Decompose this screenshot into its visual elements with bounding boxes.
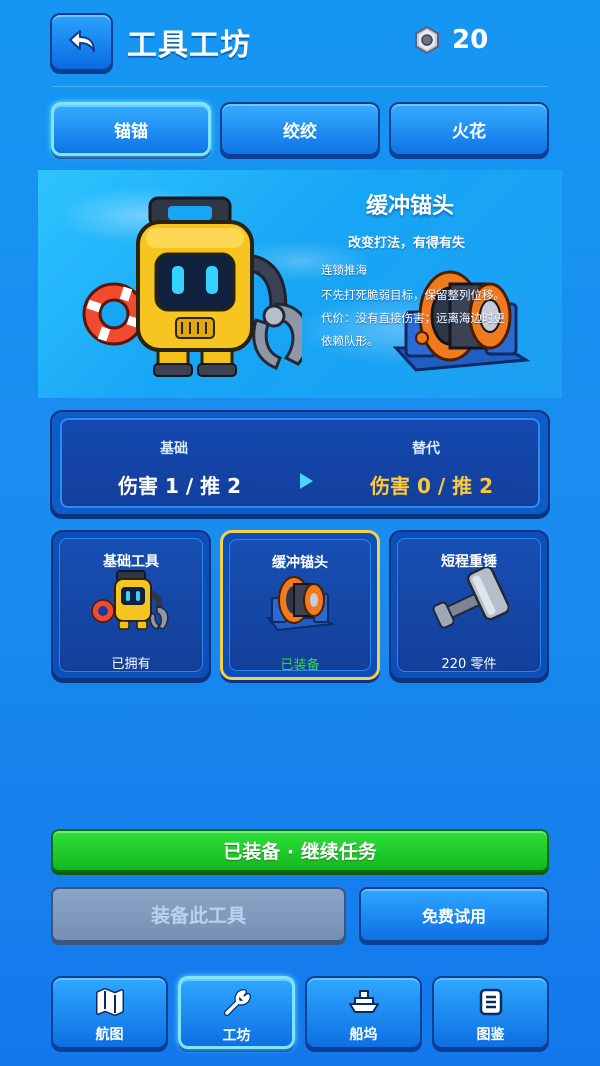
tab-label: 火花 xyxy=(452,121,486,142)
nav-map[interactable]: 航图 xyxy=(51,976,168,1049)
base-label: 基础 xyxy=(160,441,188,457)
nav-label: 图鉴 xyxy=(476,1027,505,1043)
tool-hero-banner: 缓冲锚头 改变打法，有得有失 连锁推海 不先打死脆弱目标，保留整列位移。 代价：… xyxy=(38,170,562,398)
tab-label: 绞绞 xyxy=(283,121,317,142)
currency-value: 20 xyxy=(452,25,489,55)
nav-codex[interactable]: 图鉴 xyxy=(432,976,549,1049)
base-stat-value: 伤害 1 / 推 2 xyxy=(118,474,241,498)
page-title: 工具工坊 xyxy=(127,28,251,63)
tool-card-status: 已拥有 xyxy=(111,657,151,672)
free-trial-label: 免费试用 xyxy=(421,906,486,926)
equip-tool-button[interactable]: 装备此工具 xyxy=(51,887,346,942)
nav-label: 工坊 xyxy=(222,1028,251,1044)
continue-mission-button[interactable]: 已装备 · 继续任务 xyxy=(51,829,549,872)
ship-icon xyxy=(348,990,379,1013)
tool-card-status: 220 零件 xyxy=(441,657,497,672)
free-trial-button[interactable]: 免费试用 xyxy=(359,887,549,942)
alt-stat-value: 伤害 0 / 推 2 xyxy=(370,474,493,498)
nav-dock[interactable]: 船坞 xyxy=(305,976,422,1049)
tool-card-buffer-anchor[interactable]: 缓冲锚头 已装备 xyxy=(220,530,380,680)
arrow-right-icon xyxy=(300,473,313,489)
tab-spark[interactable]: 火花 xyxy=(389,102,549,156)
back-arrow-icon xyxy=(68,30,95,52)
tool-tagline: 改变打法，有得有失 xyxy=(348,236,466,251)
hammer-icon xyxy=(432,567,509,629)
hex-nut-icon xyxy=(415,25,439,55)
tool-description-line: 不先打死脆弱目标，保留整列位移。 xyxy=(321,288,505,302)
tool-description-line: 连锁推海 xyxy=(321,263,367,277)
back-button[interactable] xyxy=(50,13,113,71)
codex-icon xyxy=(479,988,502,1016)
header-divider xyxy=(52,86,548,87)
nav-workshop[interactable]: 工坊 xyxy=(178,976,295,1049)
tab-label: 锚锚 xyxy=(114,121,148,142)
alt-label: 替代 xyxy=(412,441,440,457)
wrench-icon xyxy=(223,989,251,1016)
tab-anchor[interactable]: 锚锚 xyxy=(51,102,211,156)
tool-description-line: 代价：没有直接伤害；远离海边时更 xyxy=(321,311,505,325)
robot-crab-icon xyxy=(91,570,169,630)
continue-mission-label: 已装备 · 继续任务 xyxy=(223,841,377,863)
buffer-reel-icon xyxy=(265,576,336,632)
map-icon xyxy=(95,988,124,1016)
tool-card-status: 已装备 xyxy=(280,658,320,673)
tool-description-line: 依赖队形。 xyxy=(321,334,379,348)
tool-card-short-hammer[interactable]: 短程重锤 220 零件 xyxy=(389,530,549,680)
currency-display: 20 xyxy=(412,24,488,56)
nav-label: 航图 xyxy=(95,1027,124,1043)
nav-label: 船坞 xyxy=(349,1027,378,1043)
tool-card-basic[interactable]: 基础工具 已拥有 xyxy=(51,530,211,680)
equip-tool-label: 装备此工具 xyxy=(150,905,246,927)
tab-winch[interactable]: 绞绞 xyxy=(220,102,380,156)
tool-name: 缓冲锚头 xyxy=(366,194,455,219)
robot-crab-illustration xyxy=(82,196,302,377)
stat-comparison-panel: 基础 伤害 1 / 推 2 替代 伤害 0 / 推 2 xyxy=(50,410,550,516)
